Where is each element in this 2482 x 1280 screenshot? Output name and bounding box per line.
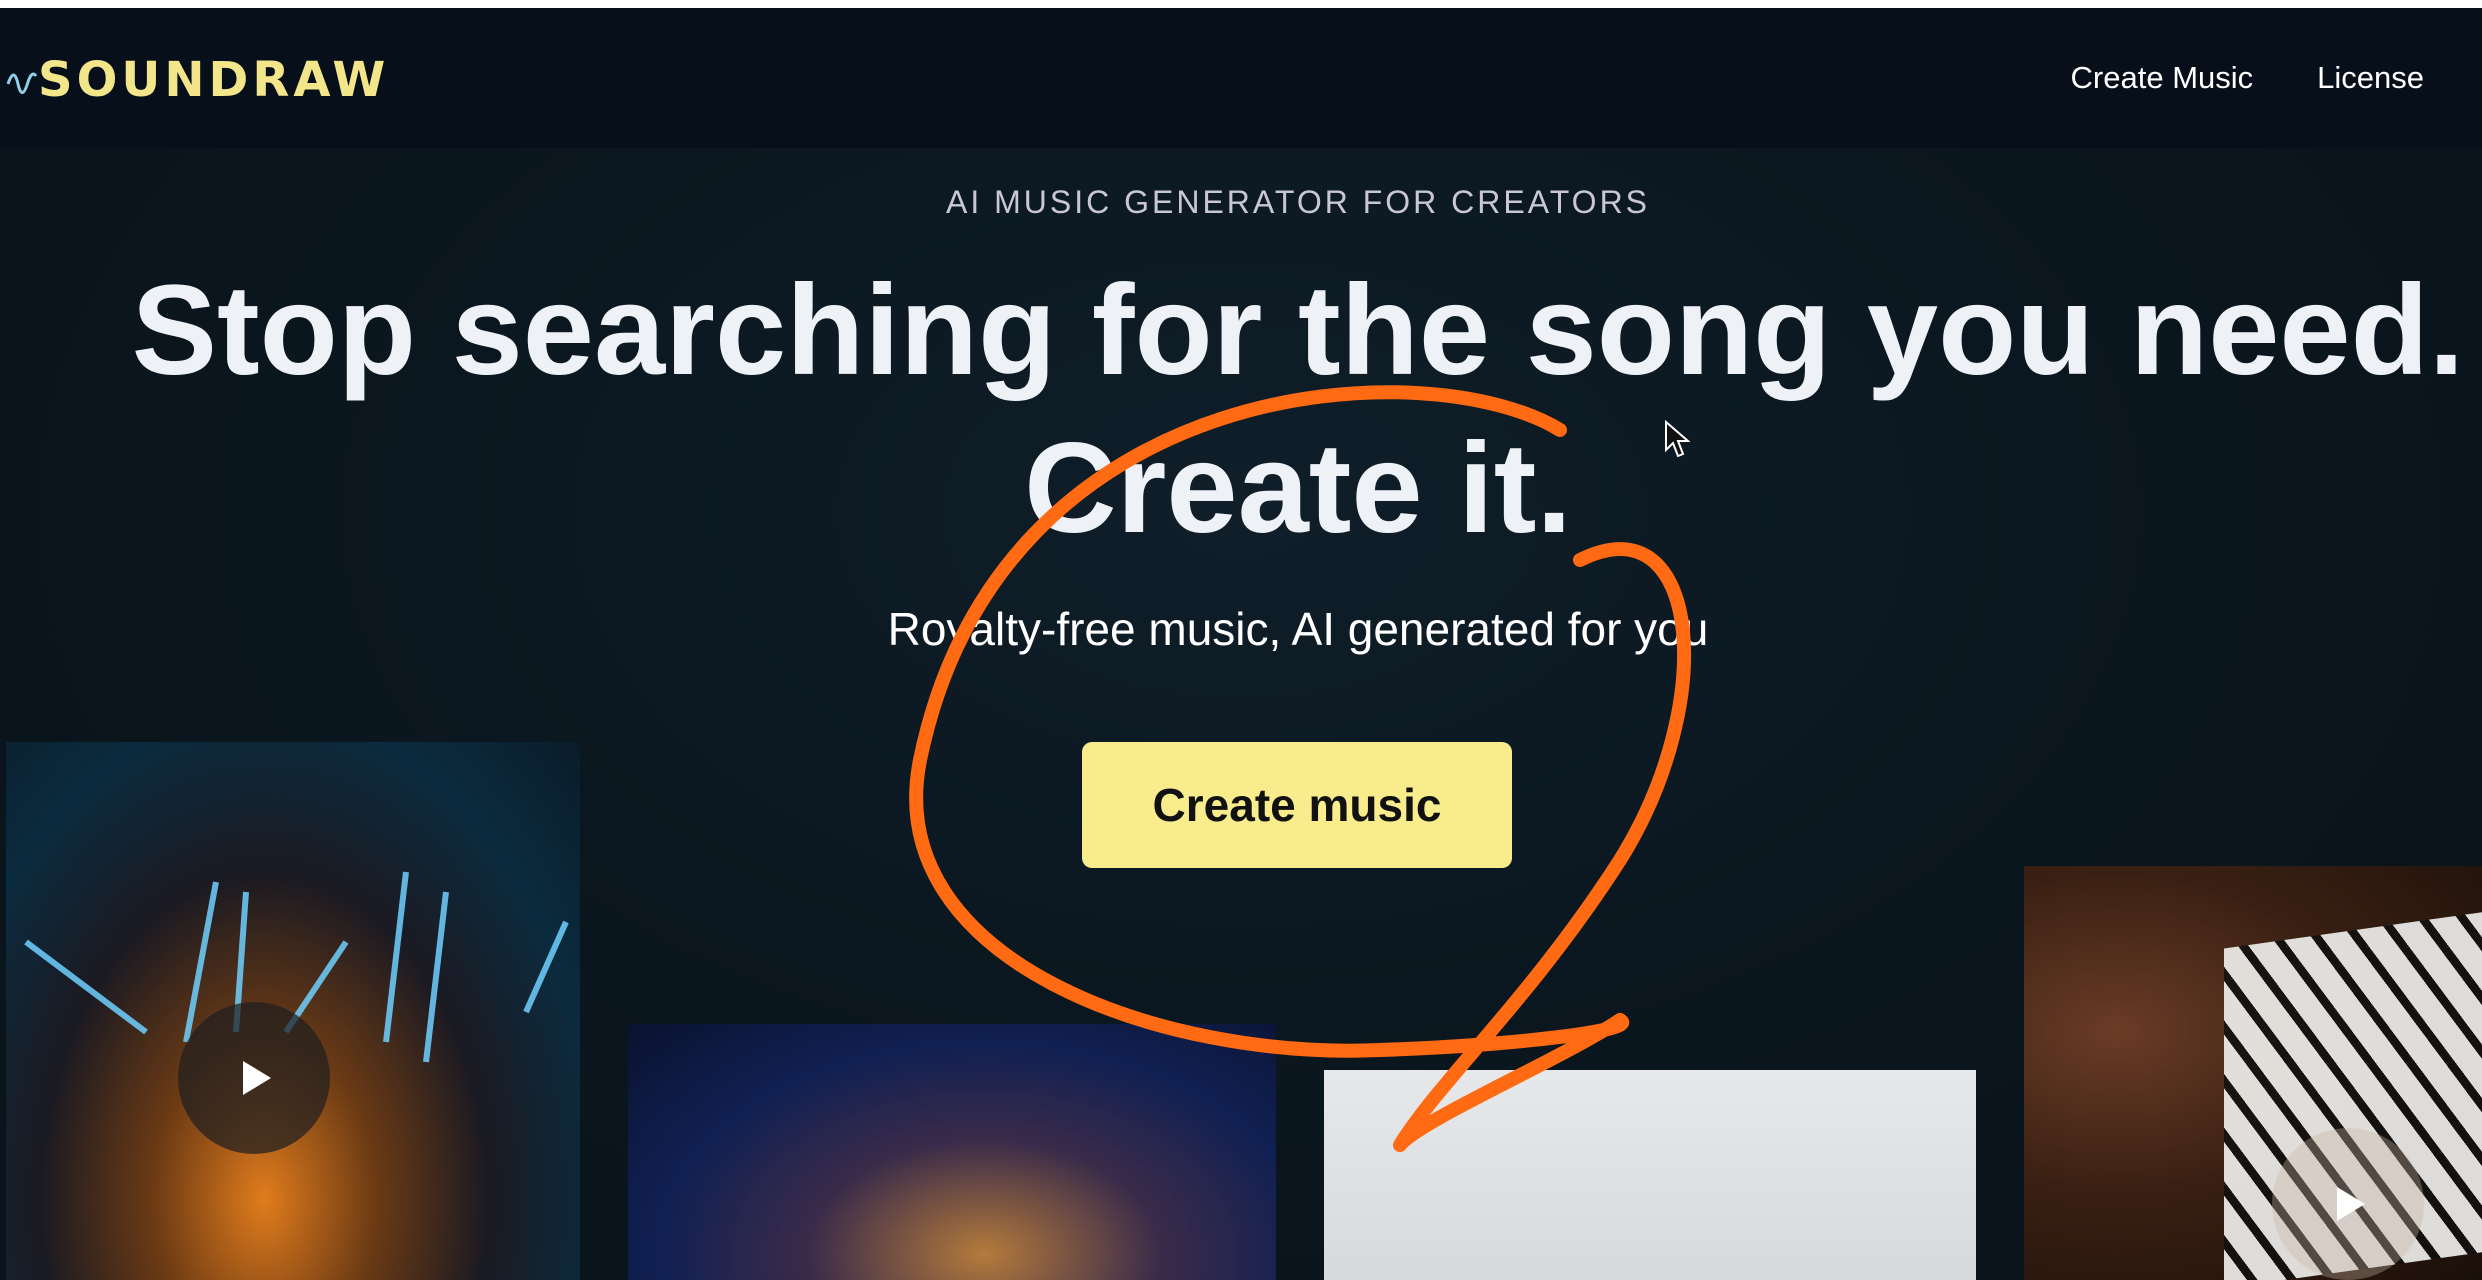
navbar: SOUNDRAW Create Music License bbox=[0, 8, 2482, 148]
dancer-image-tile[interactable] bbox=[628, 1024, 1276, 1280]
top-strip bbox=[0, 0, 2482, 8]
concert-image-tile[interactable] bbox=[6, 742, 580, 1280]
play-icon bbox=[2337, 1187, 2365, 1221]
light-beams-graphic bbox=[24, 871, 569, 1063]
white-image-tile[interactable] bbox=[1324, 1070, 1976, 1280]
hero-subtitle: Royalty-free music, AI generated for you bbox=[887, 603, 1709, 655]
brand-name: SOUNDRAW bbox=[38, 52, 390, 108]
play-button[interactable] bbox=[178, 1002, 330, 1154]
logo[interactable]: SOUNDRAW bbox=[6, 52, 389, 108]
hero-eyebrow: AI MUSIC GENERATOR FOR CREATORS bbox=[945, 184, 1651, 220]
hero-headline: Stop searching for the song you need. Cr… bbox=[0, 252, 2482, 568]
play-icon bbox=[243, 1061, 271, 1095]
headline-line-2: Create it. bbox=[1024, 417, 1572, 560]
play-button[interactable] bbox=[2272, 1128, 2424, 1280]
create-music-button[interactable]: Create music bbox=[1082, 742, 1512, 868]
logo-wave-icon bbox=[6, 72, 38, 94]
mouse-cursor-icon bbox=[1665, 420, 1690, 458]
nav-license[interactable]: License bbox=[2317, 60, 2424, 96]
headline-line-1: Stop searching for the song you need. bbox=[131, 259, 2465, 402]
nav-create-music[interactable]: Create Music bbox=[2071, 60, 2254, 96]
page: SOUNDRAW Create Music License AI MUSIC G… bbox=[0, 0, 2482, 1280]
nav-links: Create Music License bbox=[2071, 60, 2424, 96]
